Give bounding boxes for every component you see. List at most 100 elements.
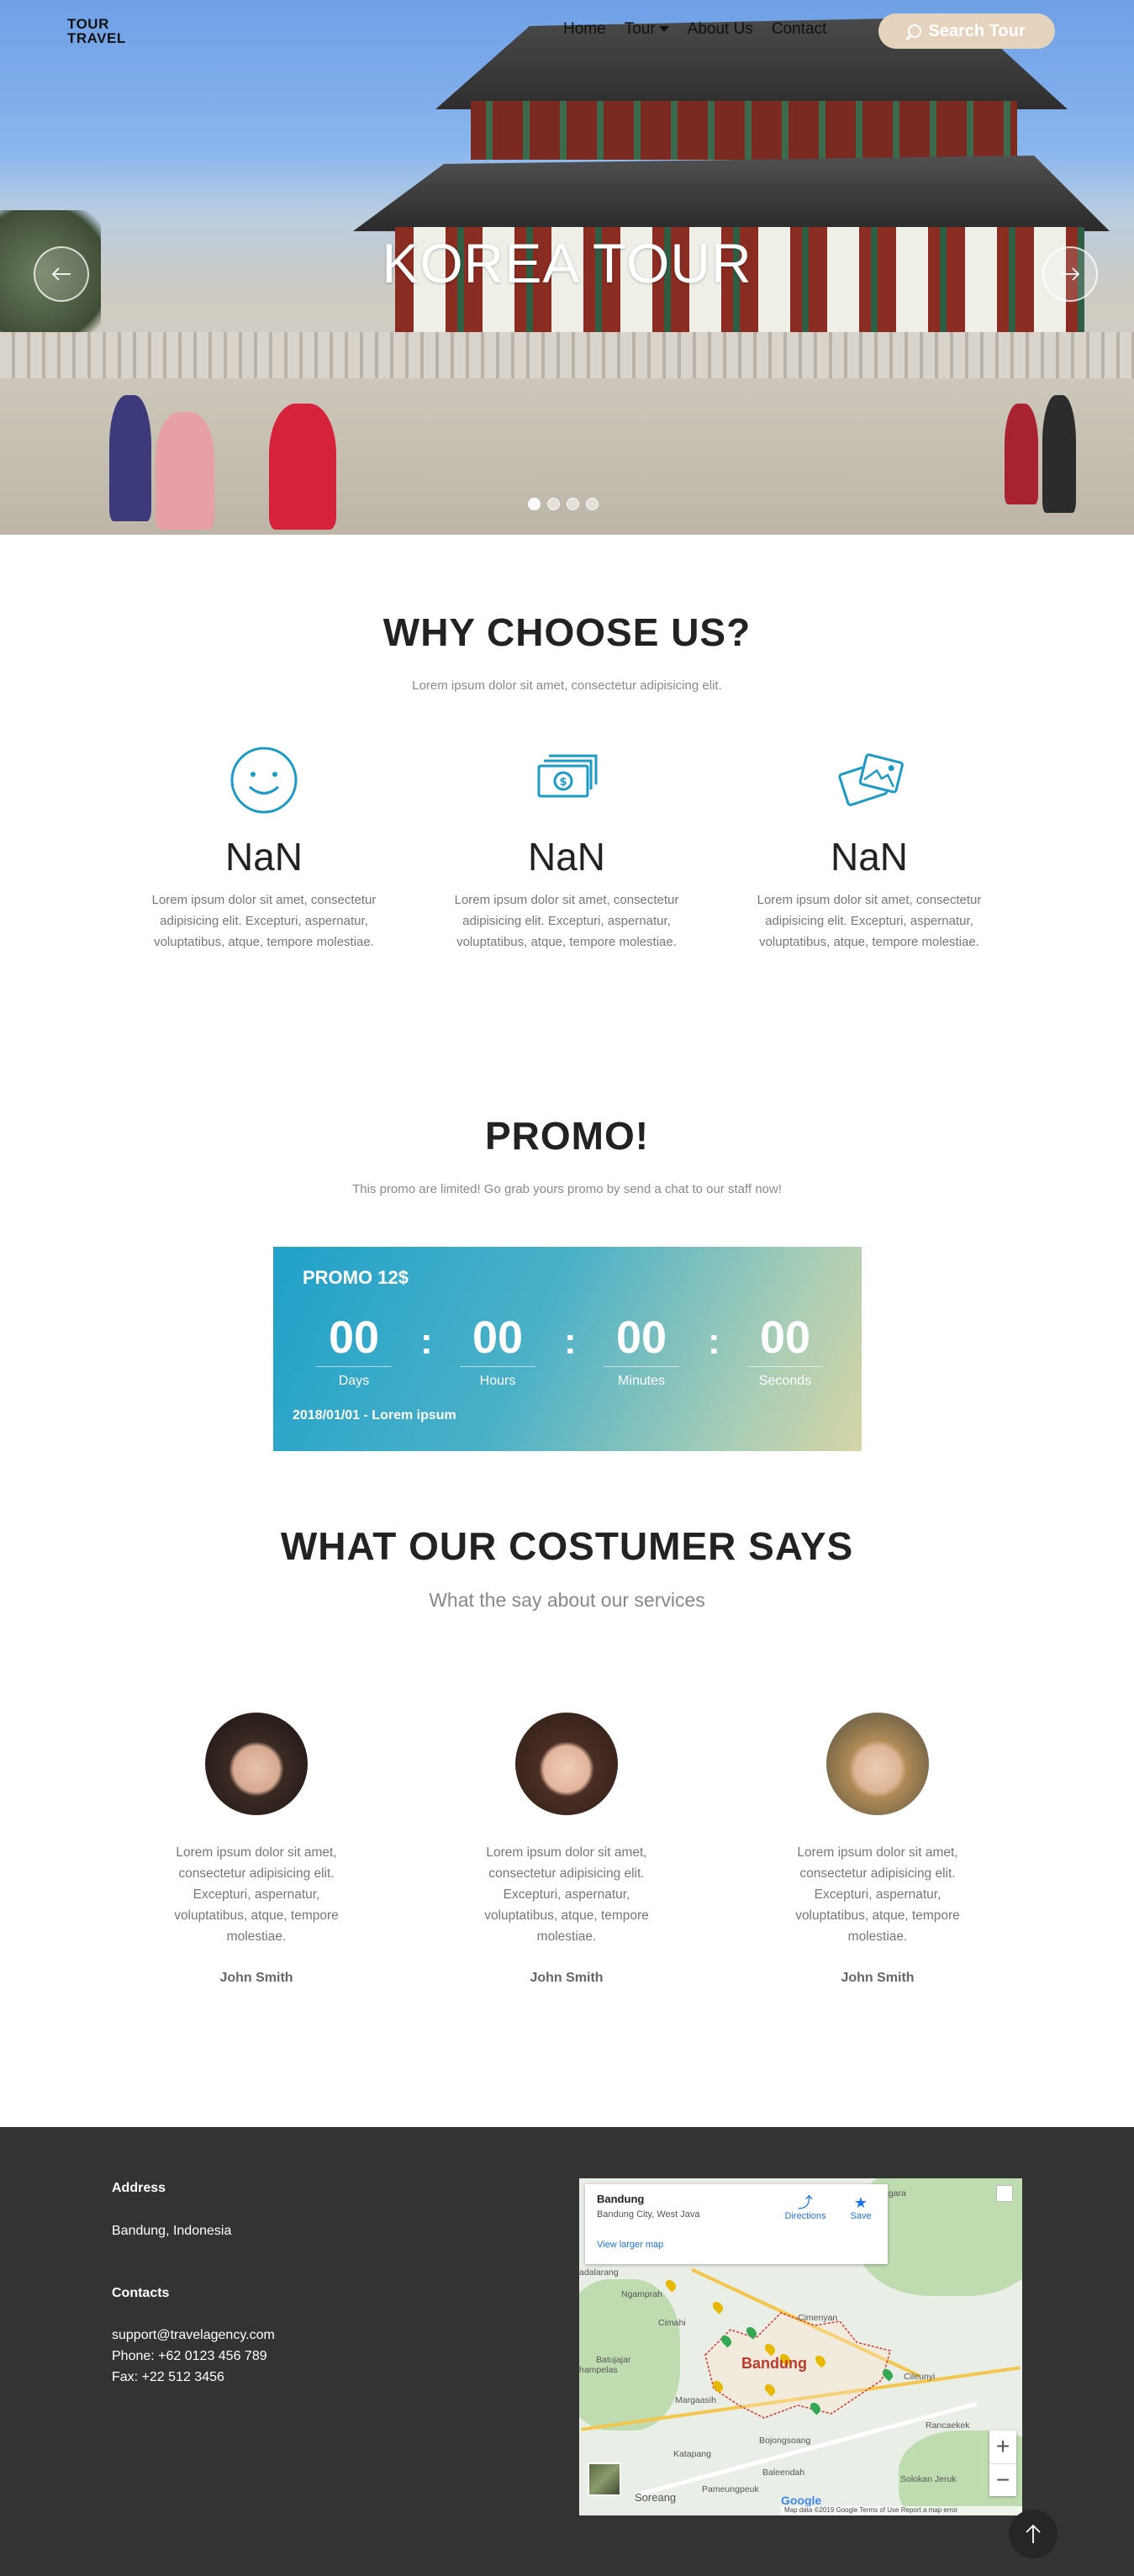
- testimonial-text: Lorem ipsum dolor sit amet, consectetur …: [484, 1845, 649, 1944]
- footer: Address Bandung, Indonesia Contacts supp…: [0, 2127, 1134, 2576]
- zoom-out-button[interactable]: −: [989, 2464, 1016, 2497]
- address-value: Bandung, Indonesia: [112, 2224, 232, 2238]
- google-map[interactable]: Ngamprah Cimahi Cimenyan Batujajar Marga…: [579, 2178, 1022, 2515]
- nav-contact[interactable]: Contact: [772, 20, 826, 39]
- map-place-name: Bandung: [597, 2193, 645, 2205]
- slider-next-button[interactable]: [1042, 246, 1098, 302]
- feature-number: NaN: [527, 835, 606, 879]
- back-to-top-button[interactable]: [1009, 2510, 1058, 2558]
- zoom-in-button[interactable]: +: [989, 2431, 1016, 2463]
- money-icon: $: [537, 754, 598, 798]
- feature-text: Lorem ipsum dolor sit amet, consectetur …: [151, 893, 377, 949]
- countdown-divider: [604, 1366, 679, 1367]
- countdown-label: Seconds: [758, 1374, 812, 1388]
- map-city-label: Bandung: [741, 2355, 807, 2372]
- testimonial-name: John Smith: [219, 1971, 293, 1985]
- testimonial-text: Lorem ipsum dolor sit amet, consectetur …: [174, 1845, 339, 1944]
- map-label: Rancaekek: [926, 2420, 970, 2431]
- google-logo-text: Google: [781, 2494, 822, 2507]
- hero-person: [156, 412, 214, 530]
- map-label: Cimahi: [658, 2318, 686, 2328]
- map-place-region: Bandung City, West Java: [597, 2209, 700, 2220]
- promo-title: PROMO!: [484, 1114, 650, 1158]
- slider-dot[interactable]: [586, 498, 599, 510]
- map-label: Margaasih: [675, 2395, 717, 2405]
- satellite-toggle[interactable]: [588, 2463, 621, 2496]
- feature-number: NaN: [224, 835, 303, 879]
- contact-phone: Phone: +62 0123 456 789: [112, 2349, 267, 2363]
- nav-about-us[interactable]: About Us: [688, 20, 753, 39]
- map-label: Solokan Jeruk: [900, 2474, 957, 2484]
- testimonial-card: Lorem ipsum dolor sit amet, consectetur …: [466, 1713, 667, 1986]
- save-label: Save: [850, 2211, 872, 2221]
- svg-text:$: $: [559, 776, 567, 789]
- address-label: Address: [112, 2181, 166, 2195]
- brand-logo[interactable]: TOUR TRAVEL: [67, 17, 126, 45]
- hero-person: [269, 404, 336, 530]
- countdown-label: Days: [338, 1374, 370, 1388]
- promo-date: 2018/01/01 - Lorem ipsum: [293, 1408, 456, 1423]
- map-label: Batujajar: [596, 2355, 631, 2365]
- arrow-up-icon: [1026, 2524, 1041, 2543]
- countdown-divider: [460, 1366, 535, 1367]
- nav-home[interactable]: Home: [563, 20, 606, 39]
- map-label: Katapang: [673, 2449, 711, 2459]
- search-tour-label: Search Tour: [928, 21, 1026, 40]
- countdown-hours: 00 Hours: [451, 1314, 544, 1389]
- map-info-card: Bandung Bandung City, West Java View lar…: [585, 2184, 888, 2264]
- arrow-left-icon: [51, 267, 71, 281]
- countdown-value: 00: [759, 1312, 811, 1363]
- search-icon: [908, 24, 922, 38]
- countdown-separator: :: [564, 1321, 577, 1362]
- directions-button[interactable]: ⤴ Directions: [780, 2194, 831, 2221]
- map-zoom-control: + −: [989, 2431, 1016, 2496]
- google-logo: Google: [781, 2494, 821, 2507]
- map-attribution: Map data ©2019 Google Terms of Use Repor…: [781, 2506, 1022, 2515]
- map-label: Bojongsoang: [759, 2436, 811, 2446]
- map-label: Cimenyan: [798, 2313, 838, 2323]
- smiley-icon: [230, 747, 298, 814]
- avatar: [515, 1713, 618, 1815]
- feature-number: NaN: [830, 835, 909, 879]
- testimonials-title: WHAT OUR COSTUMER SAYS: [280, 1524, 854, 1568]
- slider-dots: [528, 498, 599, 510]
- why-subtitle: Lorem ipsum dolor sit amet, consectetur …: [412, 678, 722, 693]
- slider-dot[interactable]: [547, 498, 560, 510]
- fullscreen-button[interactable]: [996, 2185, 1013, 2202]
- feature-text: Lorem ipsum dolor sit amet, consectetur …: [757, 893, 982, 949]
- map-label: Pameungpeuk: [702, 2484, 759, 2494]
- hero-title: KOREA TOUR: [382, 232, 752, 294]
- directions-label: Directions: [784, 2211, 826, 2221]
- hero-person: [109, 395, 151, 521]
- countdown-seconds: 00 Seconds: [739, 1314, 831, 1389]
- hero-terrace: [0, 332, 1134, 383]
- hero-roof-lower: [353, 156, 1110, 231]
- testimonial-name: John Smith: [841, 1971, 915, 1985]
- search-tour-button[interactable]: Search Tour: [878, 13, 1055, 49]
- feature-card: NaN Lorem ipsum dolor sit amet, consecte…: [138, 742, 390, 953]
- nav-tour[interactable]: Tour: [625, 20, 669, 39]
- brand-line-1: TOUR: [67, 16, 109, 32]
- countdown-value: 00: [615, 1312, 667, 1363]
- hero-slider: TOUR TRAVEL Home Tour About Us Contact S…: [0, 0, 1134, 535]
- slider-prev-button[interactable]: [34, 246, 89, 302]
- countdown-value: 00: [472, 1312, 524, 1363]
- contact-email[interactable]: support@travelagency.com: [112, 2325, 275, 2346]
- star-icon: ★: [853, 2194, 868, 2211]
- slider-dot[interactable]: [528, 498, 541, 510]
- countdown-divider: [747, 1366, 823, 1367]
- main-nav: Home Tour About Us Contact: [563, 20, 826, 39]
- feature-card: $ NaN Lorem ipsum dolor sit amet, consec…: [440, 742, 693, 953]
- promo-card: PROMO 12$ 00 Days : 00 Hours : 00 Minute…: [273, 1247, 862, 1451]
- caret-down-icon: [658, 26, 669, 33]
- countdown-label: Minutes: [617, 1374, 666, 1388]
- testimonial-card: Lorem ipsum dolor sit amet, consectetur …: [777, 1713, 978, 1986]
- view-larger-map-link[interactable]: View larger map: [597, 2240, 663, 2250]
- hero-hall-upper: [471, 101, 1017, 160]
- map-label: Soreang: [635, 2491, 677, 2504]
- nav-tour-label: Tour: [624, 20, 656, 38]
- save-button[interactable]: ★ Save: [844, 2194, 878, 2221]
- contacts-label: Contacts: [112, 2286, 170, 2300]
- slider-dot[interactable]: [567, 498, 579, 510]
- feature-text: Lorem ipsum dolor sit amet, consectetur …: [454, 893, 679, 949]
